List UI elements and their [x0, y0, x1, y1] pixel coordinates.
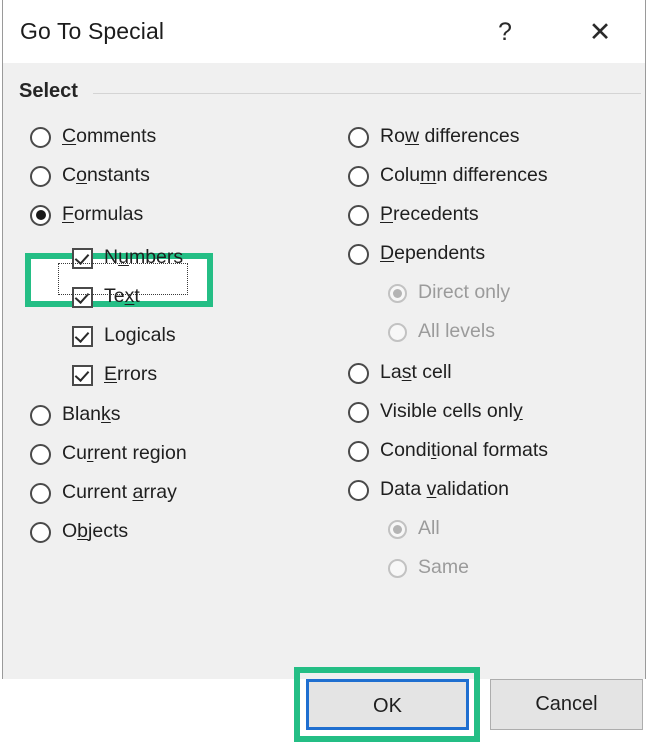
radio-icon[interactable] — [348, 362, 369, 384]
ok-button[interactable]: OK — [306, 679, 469, 730]
dialog-body: Select Comments Constants Formulas Numbers T… — [3, 63, 645, 742]
option-label: Same — [418, 556, 469, 579]
option-label: Formulas — [62, 203, 144, 226]
checkbox-icon[interactable] — [72, 325, 93, 347]
option-label: Last cell — [380, 361, 452, 384]
option-label: Row differences — [380, 125, 520, 148]
option-label: Errors — [104, 363, 158, 386]
radio-precedents[interactable]: Precedents — [348, 200, 479, 230]
radio-direct-only: Direct only — [388, 278, 510, 308]
radio-formulas[interactable]: Formulas — [30, 200, 143, 230]
radio-icon — [388, 558, 407, 578]
option-label: Current region — [62, 442, 187, 465]
close-icon[interactable]: ✕ — [579, 12, 621, 52]
radio-last-cell[interactable]: Last cell — [348, 358, 452, 388]
radio-row-differences[interactable]: Row differences — [348, 122, 519, 152]
radio-icon[interactable] — [30, 204, 51, 226]
radio-icon[interactable] — [348, 440, 369, 462]
radio-objects[interactable]: Objects — [30, 517, 128, 547]
checkbox-logicals[interactable]: Logicals — [72, 321, 176, 351]
radio-icon[interactable] — [30, 521, 51, 543]
option-label: Conditional formats — [380, 439, 549, 462]
option-label: Visible cells only — [380, 400, 523, 423]
radio-icon[interactable] — [30, 126, 51, 148]
option-label: Constants — [62, 164, 150, 187]
checkbox-icon[interactable] — [72, 364, 93, 386]
radio-all: All — [388, 514, 440, 544]
option-label: Column differences — [380, 164, 548, 187]
checkbox-errors[interactable]: Errors — [72, 360, 157, 390]
radio-icon[interactable] — [348, 126, 369, 148]
option-label: Logicals — [104, 324, 176, 347]
radio-visible-cells-only[interactable]: Visible cells only — [348, 397, 523, 427]
option-label: Direct only — [418, 281, 511, 304]
option-label: Comments — [62, 125, 157, 148]
option-label: All levels — [418, 320, 495, 343]
select-group-label: Select — [19, 80, 78, 102]
radio-icon — [388, 283, 407, 303]
dialog-title: Go To Special — [20, 18, 165, 44]
go-to-special-dialog: Go To Special ? ✕ Select Comments Constan… — [2, 0, 646, 742]
option-label: All — [418, 517, 440, 540]
radio-comments[interactable]: Comments — [30, 122, 156, 152]
radio-current-array[interactable]: Current array — [30, 478, 177, 508]
radio-icon[interactable] — [30, 443, 51, 465]
radio-dependents[interactable]: Dependents — [348, 239, 485, 269]
radio-blanks[interactable]: Blanks — [30, 400, 121, 430]
radio-constants[interactable]: Constants — [30, 161, 150, 191]
radio-icon[interactable] — [30, 404, 51, 426]
radio-icon[interactable] — [30, 482, 51, 504]
option-label: Current array — [62, 481, 177, 504]
radio-column-differences[interactable]: Column differences — [348, 161, 548, 191]
radio-icon[interactable] — [348, 243, 369, 265]
radio-icon — [388, 322, 407, 342]
radio-icon[interactable] — [348, 165, 369, 187]
radio-current-region[interactable]: Current region — [30, 439, 187, 469]
radio-icon[interactable] — [348, 479, 369, 501]
radio-all-levels: All levels — [388, 317, 495, 347]
radio-same: Same — [388, 553, 469, 583]
radio-icon — [388, 519, 407, 539]
option-label: Data validation — [380, 478, 509, 501]
option-label: Precedents — [380, 203, 479, 226]
option-label: Blanks — [62, 403, 121, 426]
option-label: Objects — [62, 520, 129, 543]
radio-icon[interactable] — [348, 204, 369, 226]
radio-icon[interactable] — [348, 401, 369, 423]
radio-data-validation[interactable]: Data validation — [348, 475, 509, 505]
radio-conditional-formats[interactable]: Conditional formats — [348, 436, 548, 466]
focus-rectangle-formulas — [58, 263, 188, 295]
title-bar: Go To Special ? ✕ — [3, 0, 645, 63]
group-separator — [93, 93, 641, 94]
option-label: Dependents — [380, 242, 486, 265]
help-icon[interactable]: ? — [484, 12, 526, 52]
cancel-button[interactable]: Cancel — [490, 679, 643, 730]
radio-icon[interactable] — [30, 165, 51, 187]
